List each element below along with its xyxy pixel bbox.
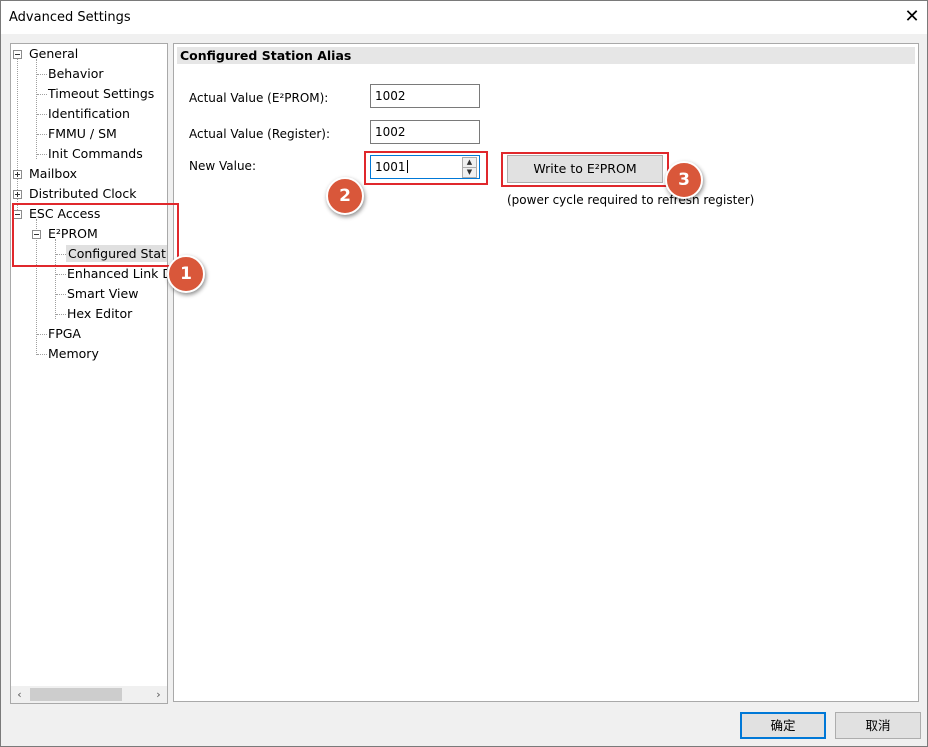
- tree-item-smart-view[interactable]: Smart View: [67, 284, 138, 304]
- collapse-icon[interactable]: [13, 50, 22, 59]
- tree-item-hex-editor[interactable]: Hex Editor: [67, 304, 132, 324]
- tree-line: [37, 334, 47, 335]
- tree-item-configured-station-alias[interactable]: Configured Station Alias: [66, 244, 167, 264]
- cancel-button[interactable]: 取消: [835, 712, 921, 739]
- tree-line: [37, 154, 47, 155]
- expand-icon[interactable]: [13, 190, 22, 199]
- collapse-icon[interactable]: [13, 210, 22, 219]
- tree-line: [37, 114, 47, 115]
- actual-register-field: 1002: [370, 120, 480, 144]
- tree-item-timeout-settings[interactable]: Timeout Settings: [48, 84, 154, 104]
- tree-item-enhanced-link-detection[interactable]: Enhanced Link Detection: [67, 264, 167, 284]
- step-badge-3: 3: [665, 161, 703, 199]
- tree-line: [56, 294, 66, 295]
- tree-item-esc-access[interactable]: ESC Access: [29, 204, 100, 224]
- scrollbar-thumb[interactable]: [30, 688, 122, 701]
- scroll-left-icon[interactable]: ‹: [11, 687, 28, 702]
- actual-eeprom-field: 1002: [370, 84, 480, 108]
- power-cycle-note: (power cycle required to refresn registe…: [507, 193, 755, 207]
- new-value-spinner[interactable]: 1001 ▲ ▼: [370, 155, 480, 179]
- settings-content: Configured Station Alias Actual Value (E…: [173, 43, 919, 702]
- tree-item-distributed-clock[interactable]: Distributed Clock: [29, 184, 136, 204]
- new-value-label: New Value:: [189, 159, 256, 173]
- expand-icon[interactable]: [13, 170, 22, 179]
- tree-item-fpga[interactable]: FPGA: [48, 324, 81, 344]
- tree-line: [37, 134, 47, 135]
- tree-item-init-commands[interactable]: Init Commands: [48, 144, 143, 164]
- tree-line: [37, 94, 47, 95]
- actual-eeprom-label: Actual Value (E²PROM):: [189, 91, 329, 105]
- tree-item-memory[interactable]: Memory: [48, 344, 99, 364]
- title-bar: Advanced Settings ✕: [1, 1, 927, 34]
- tree-line: [56, 254, 66, 255]
- tree-item-fmmu-sm[interactable]: FMMU / SM: [48, 124, 117, 144]
- new-value-text: 1001: [375, 160, 406, 174]
- tree-item-identification[interactable]: Identification: [48, 104, 130, 124]
- tree-item-general[interactable]: General: [29, 44, 78, 64]
- tree-line: [37, 354, 47, 355]
- tree-item-mailbox[interactable]: Mailbox: [29, 164, 77, 184]
- collapse-icon[interactable]: [32, 230, 41, 239]
- actual-register-label: Actual Value (Register):: [189, 127, 330, 141]
- scroll-right-icon[interactable]: ›: [150, 687, 167, 702]
- tree-line: [37, 74, 47, 75]
- tree-item-eeprom[interactable]: E²PROM: [48, 224, 98, 244]
- close-icon[interactable]: ✕: [897, 1, 927, 34]
- step-badge-2: 2: [326, 177, 364, 215]
- tree-line: [56, 314, 66, 315]
- tree-item-behavior[interactable]: Behavior: [48, 64, 104, 84]
- spin-down-icon[interactable]: ▼: [462, 167, 477, 178]
- write-to-eeprom-button[interactable]: Write to E²PROM: [507, 155, 663, 183]
- tree-line: [56, 274, 66, 275]
- tree-line: [55, 239, 56, 319]
- settings-tree[interactable]: General Behavior Timeout Settings Identi…: [10, 43, 168, 704]
- horizontal-scrollbar[interactable]: ‹ ›: [11, 686, 167, 703]
- advanced-settings-dialog: Advanced Settings ✕ General Behavior Tim…: [0, 0, 928, 747]
- window-title: Advanced Settings: [9, 10, 131, 25]
- ok-button[interactable]: 确定: [740, 712, 826, 739]
- section-header: Configured Station Alias: [177, 47, 915, 64]
- step-badge-1: 1: [167, 255, 205, 293]
